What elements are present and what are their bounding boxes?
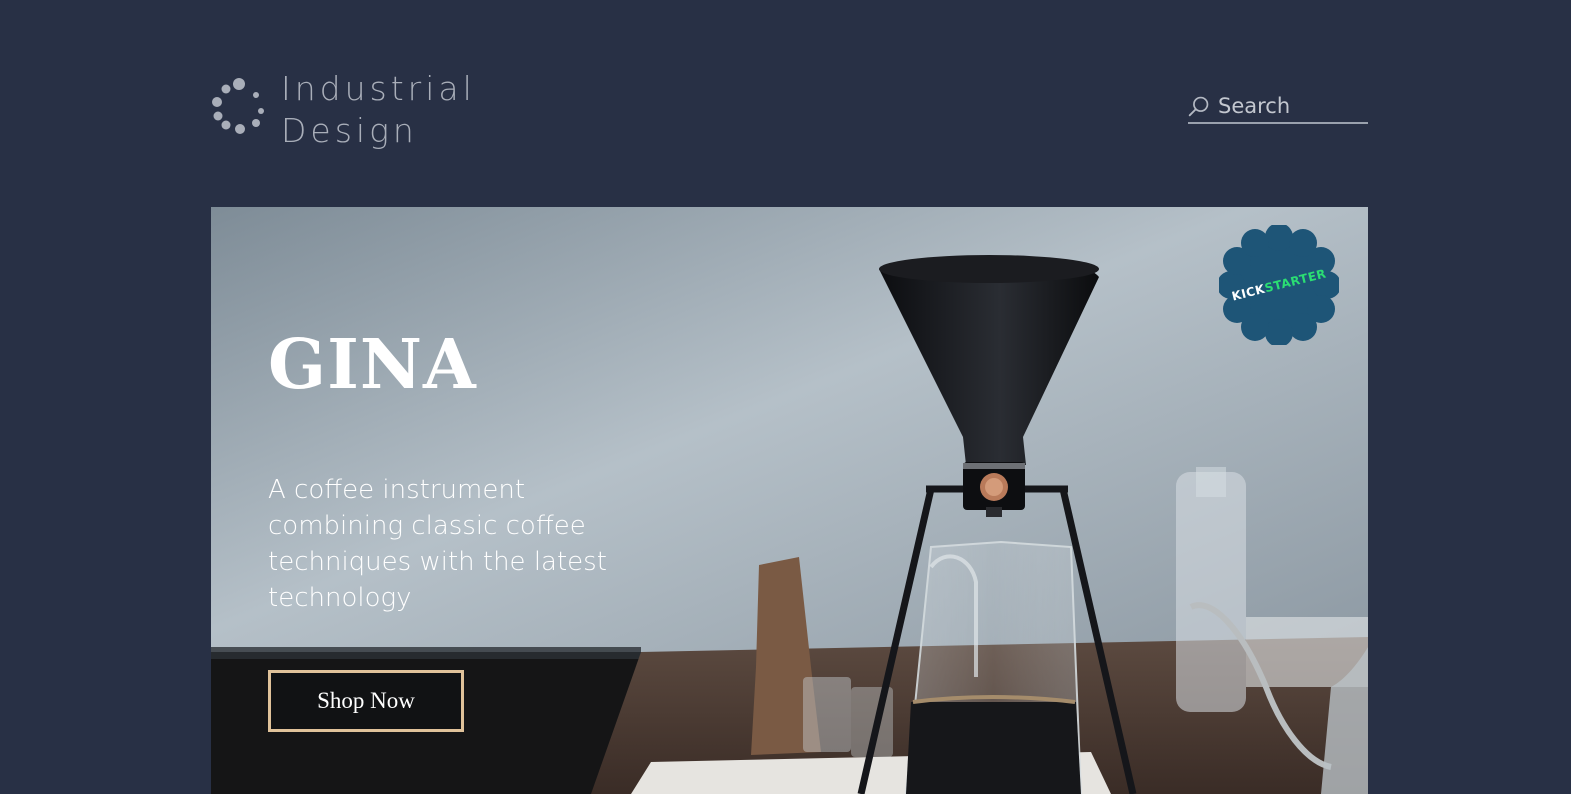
- search-icon[interactable]: [1188, 93, 1210, 119]
- kickstarter-label-starter: STARTER: [1263, 266, 1328, 296]
- search-input[interactable]: [1218, 94, 1368, 118]
- kickstarter-label-kick: KICK: [1230, 281, 1267, 304]
- logo-line-2: Design: [281, 111, 418, 150]
- logo-dots-icon: [212, 78, 264, 134]
- hero-banner: GINA A coffee instrument combining class…: [211, 207, 1368, 794]
- logo-line-1: Industrial: [281, 69, 476, 108]
- shop-now-button[interactable]: Shop Now: [268, 670, 464, 732]
- search-bar[interactable]: [1188, 90, 1368, 124]
- kickstarter-badge[interactable]: KICK STARTER: [1217, 223, 1341, 347]
- page: Industrial Design Search GINA A coffee i…: [0, 0, 1571, 794]
- hero-title: GINA: [268, 325, 477, 405]
- site-logo[interactable]: Industrial Design: [211, 68, 476, 152]
- hero-description: A coffee instrument combining classic co…: [268, 475, 607, 613]
- logo-text: Industrial Design: [281, 68, 476, 152]
